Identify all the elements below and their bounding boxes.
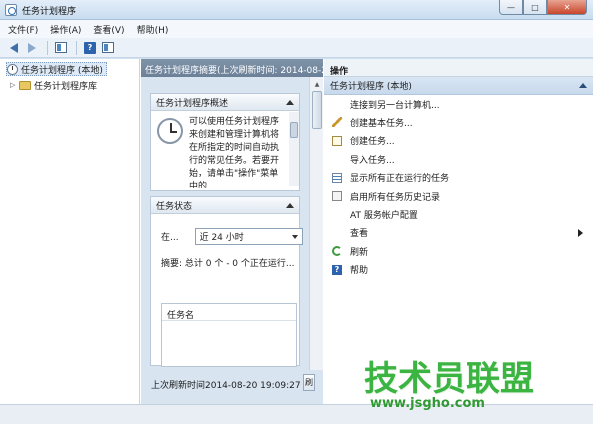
action-help[interactable]: ? 帮助 <box>324 261 593 279</box>
history-icon <box>332 190 342 201</box>
help-icon: ? <box>84 41 96 54</box>
maximize-button[interactable]: □ <box>523 0 547 15</box>
action-create-basic-task[interactable]: 创建基本任务... <box>324 113 593 131</box>
help-toolbar-button[interactable]: ? <box>82 41 98 55</box>
action-label: 连接到另一台计算机... <box>350 100 440 111</box>
navigation-tree: 任务计划程序 (本地) ▷ 任务计划程序库 <box>0 59 140 404</box>
refresh-icon <box>332 246 342 257</box>
action-label: 启用所有任务历史记录 <box>350 192 441 203</box>
actions-pane: 操作 任务计划程序 (本地) 连接到另一台计算机... 创建基本任务... 创建… <box>324 59 593 404</box>
summary-header: 任务计划程序摘要(上次刷新时间: 2014-08-2 <box>141 59 323 77</box>
action-create-task[interactable]: 创建任务... <box>324 132 593 150</box>
chevron-down-icon <box>291 234 298 239</box>
overview-section: 任务计划程序概述 可以使用任务计划程序来创建和管理计算机将在所指定的时间自动执行… <box>150 93 300 191</box>
task-name-column-header[interactable]: 任务名 <box>162 304 296 321</box>
action-view[interactable]: 查看 <box>324 224 593 242</box>
forward-button[interactable] <box>24 41 40 55</box>
task-status-title: 任务状态 <box>156 201 193 212</box>
running-tasks-icon <box>332 172 342 183</box>
task-list[interactable]: 任务名 <box>161 303 297 367</box>
expand-arrow-icon[interactable]: ▷ <box>10 81 16 89</box>
overview-scrollbar[interactable] <box>289 112 299 186</box>
status-period-label: 在... <box>161 233 179 243</box>
actions-group-header[interactable]: 任务计划程序 (本地) <box>324 77 593 95</box>
action-label: 刷新 <box>350 247 369 258</box>
status-summary: 摘要: 总计 0 个 - 0 个正在运行... <box>161 259 295 269</box>
scrollbar-thumb[interactable] <box>312 91 322 129</box>
window-title: 任务计划程序 <box>22 7 77 17</box>
toolbar-separator <box>76 40 77 55</box>
tree-item-label: 任务计划程序库 <box>34 81 98 92</box>
status-period-row: 在... 近 24 小时 <box>161 228 303 245</box>
action-at-service-config[interactable]: AT 服务帐户配置 <box>324 205 593 223</box>
overview-title: 任务计划程序概述 <box>156 98 229 109</box>
action-label: 创建基本任务... <box>350 119 413 130</box>
toolbar-separator <box>47 40 48 55</box>
minimize-button[interactable]: — <box>499 0 523 15</box>
back-icon <box>10 42 18 53</box>
new-task-icon <box>332 135 342 146</box>
action-show-running-tasks[interactable]: 显示所有正在运行的任务 <box>324 169 593 187</box>
status-bar <box>0 404 593 424</box>
action-connect-computer[interactable]: 连接到另一台计算机... <box>324 95 593 113</box>
show-hide-action-pane-icon <box>102 42 114 53</box>
clock-icon <box>7 63 18 75</box>
close-button[interactable]: ✕ <box>547 0 587 15</box>
task-status-section: 任务状态 在... 近 24 小时 摘要: 总计 0 个 - 0 个正在运行..… <box>150 196 303 367</box>
action-refresh[interactable]: 刷新 <box>324 242 593 260</box>
overview-section-header[interactable]: 任务计划程序概述 <box>151 94 299 111</box>
action-import-task[interactable]: 导入任务... <box>324 150 593 168</box>
tree-item-task-library[interactable]: ▷ 任务计划程序库 <box>10 78 97 92</box>
menu-file[interactable]: 文件(F) <box>8 23 38 36</box>
menu-help[interactable]: 帮助(H) <box>137 23 169 36</box>
action-label: 显示所有正在运行的任务 <box>350 174 450 185</box>
summary-pane: 任务计划程序摘要(上次刷新时间: 2014-08-2 任务计划程序概述 可以使用… <box>141 59 323 404</box>
collapse-icon[interactable] <box>286 202 294 208</box>
action-label: 导入任务... <box>350 155 395 166</box>
help-icon: ? <box>332 264 342 275</box>
refresh-button[interactable]: 刷 <box>303 374 315 391</box>
collapse-icon[interactable] <box>579 83 587 88</box>
menu-view[interactable]: 查看(V) <box>93 23 124 36</box>
action-label: 创建任务... <box>350 137 395 148</box>
action-label: 帮助 <box>350 266 369 277</box>
actions-group-label: 任务计划程序 (本地) <box>330 82 412 92</box>
summary-footer: 上次刷新时间2014-08-20 19:09:27 刷 <box>141 370 323 404</box>
overview-text: 可以使用任务计划程序来创建和管理计算机将在所指定的时间自动执行的常见任务。若要开… <box>189 117 280 188</box>
show-hide-tree-button[interactable] <box>53 41 69 55</box>
task-scheduler-app-icon <box>5 4 17 16</box>
toolbar: ? <box>0 38 593 58</box>
window-controls: — □ ✕ <box>499 0 587 16</box>
menu-bar: 文件(F) 操作(A) 查看(V) 帮助(H) <box>0 20 593 38</box>
action-label: 查看 <box>350 229 369 240</box>
collapse-icon[interactable] <box>286 99 294 105</box>
show-hide-action-pane-button[interactable] <box>100 41 116 55</box>
back-button[interactable] <box>6 41 22 55</box>
tree-item-label: 任务计划程序 (本地) <box>21 65 103 76</box>
actions-title: 操作 <box>324 59 593 77</box>
scrollbar-thumb[interactable] <box>290 122 298 138</box>
status-period-select[interactable]: 近 24 小时 <box>194 228 303 245</box>
forward-icon <box>28 42 36 53</box>
clock-icon <box>157 118 183 144</box>
menu-action[interactable]: 操作(A) <box>50 23 81 36</box>
folder-icon <box>19 80 31 90</box>
last-refresh-time: 上次刷新时间2014-08-20 19:09:27 <box>151 381 301 391</box>
action-label: AT 服务帐户配置 <box>350 211 418 222</box>
tree-item-task-scheduler-local[interactable]: 任务计划程序 (本地) <box>6 62 107 76</box>
action-enable-history[interactable]: 启用所有任务历史记录 <box>324 187 593 205</box>
main-area: 任务计划程序 (本地) ▷ 任务计划程序库 任务计划程序摘要(上次刷新时间: 2… <box>0 59 593 404</box>
title-bar: 任务计划程序 — □ ✕ <box>0 0 593 20</box>
show-hide-tree-icon <box>55 42 67 53</box>
scroll-up-icon[interactable]: ▲ <box>310 77 324 91</box>
submenu-arrow-icon <box>578 228 583 237</box>
summary-scrollbar[interactable]: ▲ <box>309 77 323 370</box>
task-status-section-header[interactable]: 任务状态 <box>151 197 299 214</box>
status-period-value: 近 24 小时 <box>199 233 244 243</box>
wand-icon <box>332 117 342 128</box>
